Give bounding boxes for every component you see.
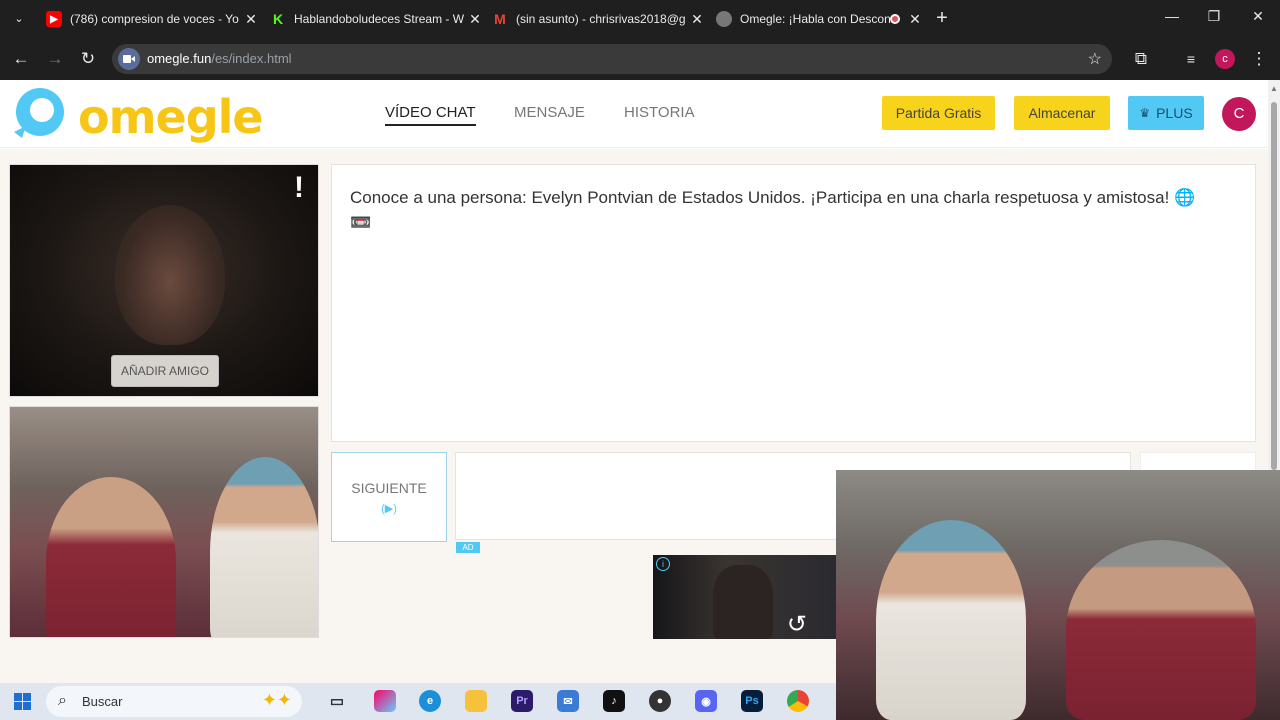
- premiere-icon[interactable]: Pr: [511, 690, 533, 712]
- gmail-icon: M: [492, 11, 508, 27]
- extensions-icon[interactable]: ⧉: [1130, 48, 1152, 70]
- stranger-video: ! AÑADIR AMIGO: [9, 164, 319, 397]
- window-close-icon[interactable]: ✕: [1248, 8, 1268, 25]
- info-icon[interactable]: i: [656, 557, 670, 571]
- person-left: [46, 477, 176, 637]
- next-label: SIGUIENTE: [351, 479, 427, 496]
- add-friend-button[interactable]: AÑADIR AMIGO: [111, 355, 219, 387]
- browser-tab-kick[interactable]: K Hablandoboludeces Stream - W ✕: [262, 6, 484, 32]
- recording-icon: [890, 14, 900, 24]
- replay-icon[interactable]: ↺: [787, 610, 807, 639]
- close-icon[interactable]: ✕: [906, 11, 924, 28]
- close-icon[interactable]: ✕: [688, 11, 706, 28]
- file-explorer-icon[interactable]: [465, 690, 487, 712]
- plus-label: PLUS: [1156, 105, 1193, 121]
- plus-button[interactable]: ♛ PLUS: [1128, 96, 1204, 130]
- bookmark-star-icon[interactable]: ☆: [1088, 49, 1102, 69]
- copilot-icon[interactable]: [374, 690, 396, 712]
- tab-title: (786) compresion de voces - Yo: [70, 12, 239, 26]
- omegle-logo[interactable]: omegle: [8, 86, 264, 144]
- url-text: omegle.fun/es/index.html: [147, 51, 292, 66]
- ad-figure: [713, 565, 773, 639]
- stranger-face: [115, 205, 225, 345]
- task-view-icon[interactable]: ▭: [326, 690, 348, 712]
- search-icon: ⌕: [58, 692, 67, 709]
- url-host: omegle.fun: [147, 51, 212, 66]
- nav-video-chat[interactable]: VÍDEO CHAT: [385, 104, 476, 126]
- close-icon[interactable]: ✕: [466, 11, 484, 28]
- discord-icon[interactable]: ◉: [695, 690, 717, 712]
- site-info-icon[interactable]: [118, 48, 140, 70]
- tab-title: Omegle: ¡Habla con Descon: [740, 12, 890, 26]
- logo-text: omegle: [78, 90, 264, 144]
- browser-tab-strip: ⌄ ▶ (786) compresion de voces - Yo ✕ K H…: [0, 0, 1280, 38]
- close-icon[interactable]: ✕: [242, 11, 260, 28]
- kick-icon: K: [270, 11, 286, 27]
- scroll-thumb[interactable]: [1271, 102, 1277, 470]
- chrome-icon[interactable]: [787, 690, 809, 712]
- copilot-sparkle-icon: ✦✦: [261, 690, 292, 710]
- search-placeholder: Buscar: [82, 694, 123, 709]
- person-right: [1066, 540, 1256, 720]
- url-path: /es/index.html: [211, 51, 292, 66]
- tab-title: Hablandoboludeces Stream - W: [294, 12, 465, 26]
- browser-tab-gmail[interactable]: M (sin asunto) - chrisrivas2018@g ✕: [484, 6, 706, 32]
- taskbar-search[interactable]: ⌕ Buscar ✦✦: [46, 686, 302, 717]
- site-header: omegle VÍDEO CHAT MENSAJE HISTORIA Parti…: [0, 80, 1268, 148]
- streamer-webcam-overlay: [836, 470, 1280, 720]
- browser-toolbar: ← → ↻ omegle.fun/es/index.html ☆ ⧉ ≡ ⋮: [0, 38, 1280, 80]
- browser-profile-avatar[interactable]: c: [1215, 49, 1235, 69]
- report-icon[interactable]: !: [294, 171, 304, 205]
- back-icon[interactable]: ←: [10, 48, 32, 70]
- minimize-icon[interactable]: —: [1162, 8, 1182, 24]
- restore-icon[interactable]: ❐: [1204, 8, 1224, 25]
- photoshop-icon[interactable]: Ps: [741, 690, 763, 712]
- forward-icon[interactable]: →: [44, 48, 66, 70]
- youtube-icon: ▶: [46, 11, 62, 27]
- browser-tab-omegle[interactable]: Omegle: ¡Habla con Descon ✕: [708, 6, 924, 32]
- logo-bubble-icon: [14, 88, 64, 138]
- almacenar-button[interactable]: Almacenar: [1014, 96, 1110, 130]
- menu-icon[interactable]: ⋮: [1248, 48, 1270, 70]
- partida-gratis-button[interactable]: Partida Gratis: [882, 96, 995, 130]
- edge-icon[interactable]: e: [419, 690, 441, 712]
- reload-icon[interactable]: ↻: [77, 48, 99, 70]
- person-left: [876, 520, 1026, 720]
- nav-historia[interactable]: HISTORIA: [624, 104, 695, 121]
- ad-badge: AD: [456, 542, 480, 553]
- tiktok-icon[interactable]: ♪: [603, 690, 625, 712]
- play-icon: (▶): [381, 502, 397, 515]
- new-tab-button[interactable]: +: [932, 8, 952, 28]
- nav-mensaje[interactable]: MENSAJE: [514, 104, 585, 121]
- page-scrollbar[interactable]: ▲: [1268, 80, 1280, 470]
- browser-tab-youtube[interactable]: ▶ (786) compresion de voces - Yo ✕: [38, 6, 260, 32]
- tab-title: (sin asunto) - chrisrivas2018@g: [516, 12, 686, 26]
- scroll-up-icon[interactable]: ▲: [1270, 84, 1278, 93]
- self-video: [9, 406, 319, 638]
- person-right: [210, 457, 318, 637]
- chat-log: Conoce a una persona: Evelyn Pontvian de…: [331, 164, 1256, 442]
- tab-search-icon[interactable]: ⌄: [8, 8, 30, 30]
- chat-system-message: Conoce a una persona: Evelyn Pontvian de…: [350, 188, 1196, 232]
- obs-icon[interactable]: ●: [649, 690, 671, 712]
- address-bar[interactable]: omegle.fun/es/index.html ☆: [112, 44, 1112, 74]
- next-button[interactable]: SIGUIENTE (▶): [331, 452, 447, 542]
- mail-icon[interactable]: ✉: [557, 690, 579, 712]
- globe-icon: [716, 11, 732, 27]
- windows-taskbar: ⌕ Buscar ✦✦ ▭ e Pr ✉ ♪ ● ◉ Ps: [0, 683, 836, 720]
- ad-video[interactable]: i ↺: [653, 555, 837, 639]
- windows-start-icon[interactable]: [14, 693, 31, 710]
- user-avatar[interactable]: C: [1222, 97, 1256, 131]
- crown-icon: ♛: [1139, 106, 1151, 120]
- media-queue-icon[interactable]: ≡: [1180, 48, 1202, 70]
